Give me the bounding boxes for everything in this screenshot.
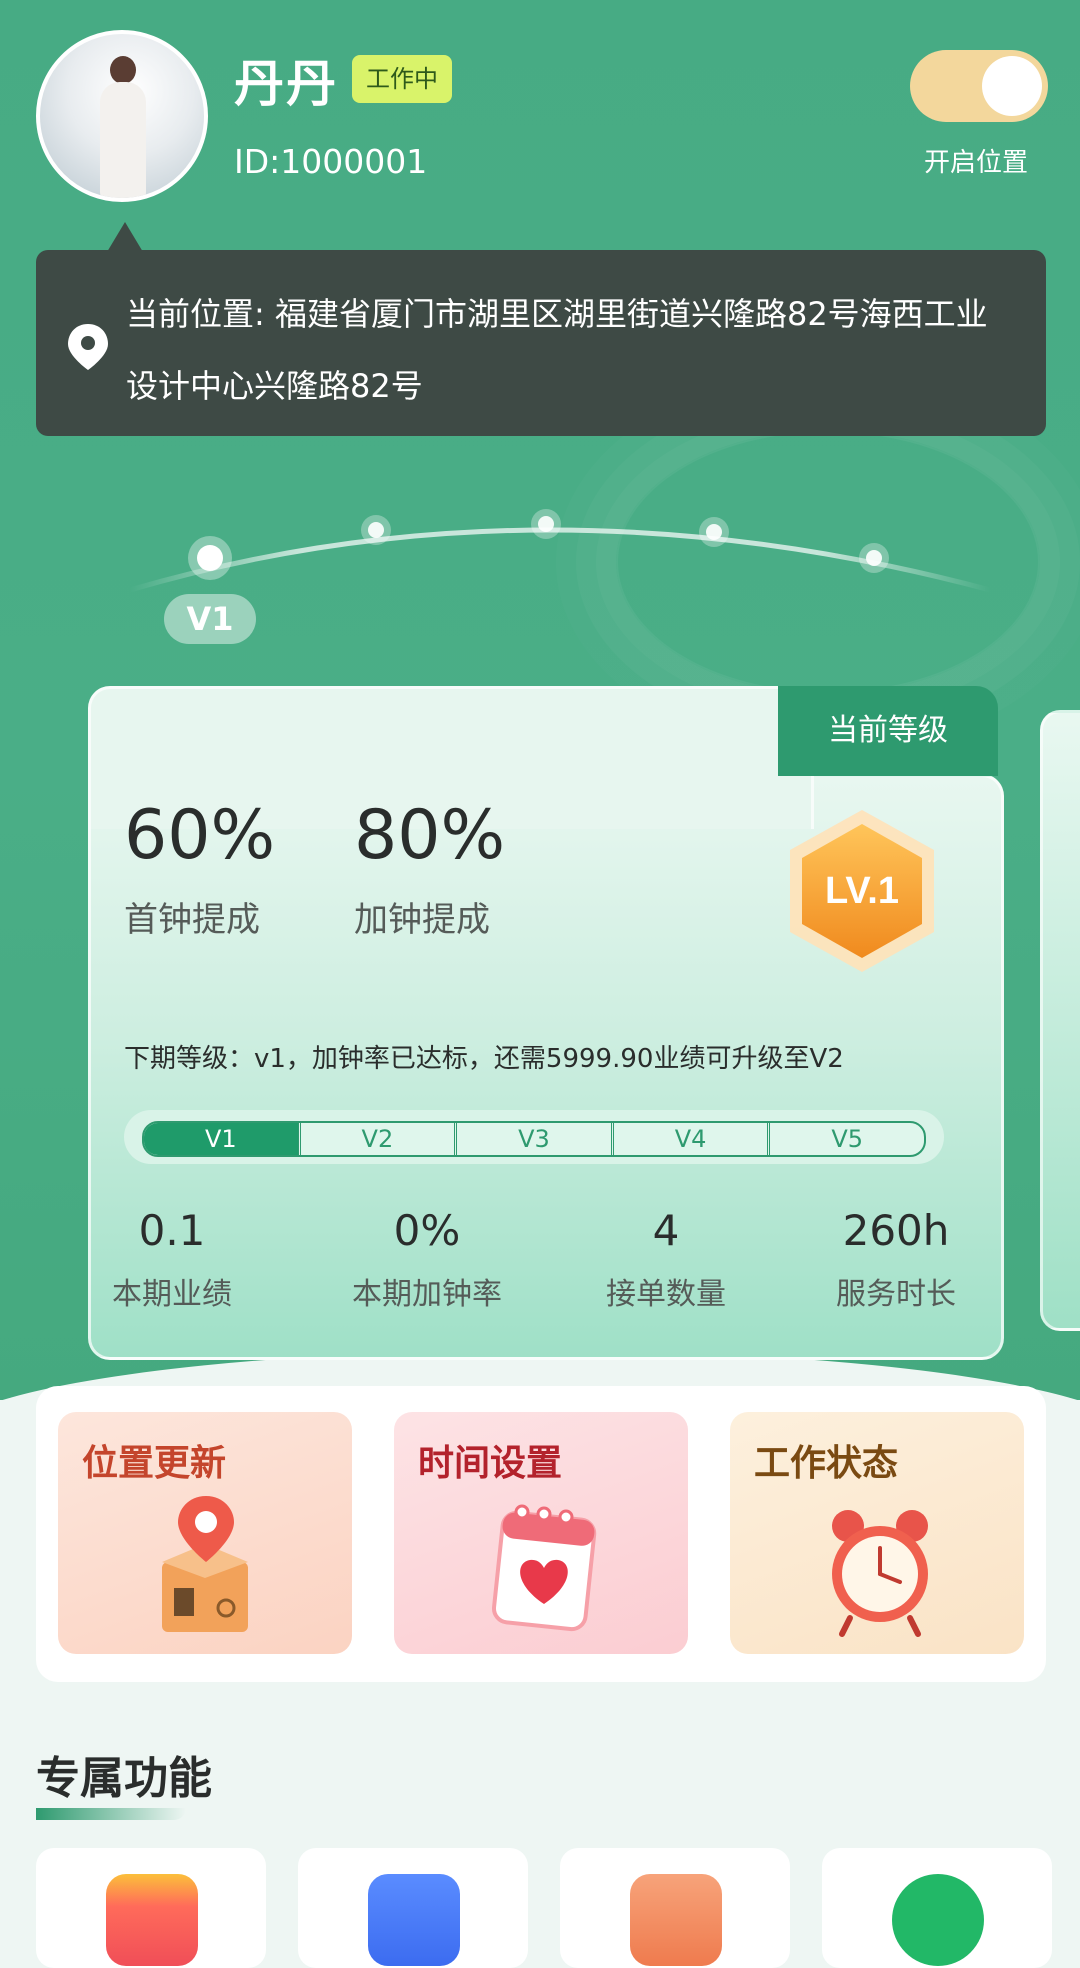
green-chat-icon — [892, 1874, 984, 1966]
first-rate-label: 首钟提成 — [124, 900, 260, 940]
first-rate-value: 60% — [124, 796, 276, 875]
section-title-underline — [36, 1808, 186, 1820]
stat-label: 接单数量 — [606, 1277, 726, 1312]
stat-label: 服务时长 — [836, 1277, 956, 1312]
time-settings-label: 时间设置 — [418, 1443, 563, 1484]
level-card[interactable]: 当前等级 60% 首钟提成 80% 加钟提成 LV.1 下期等级：v1，加钟率已… — [88, 686, 1004, 1360]
current-level-pill: V1 — [164, 594, 256, 644]
stat-value: 0.1 — [138, 1206, 206, 1255]
level-badge-icon: LV.1 — [790, 810, 934, 972]
avatar-figure-head — [110, 56, 136, 84]
stat-value: 260h — [842, 1206, 950, 1255]
stat-performance: 0.1 本期业绩 — [102, 1206, 242, 1313]
location-toggle-label: 开启位置 — [924, 148, 1029, 178]
location-update-card[interactable]: 位置更新 — [58, 1412, 352, 1654]
level-segment-v3: V3 — [454, 1123, 611, 1155]
level-path-arc — [129, 509, 991, 593]
next-level-card-peek[interactable] — [1040, 710, 1080, 1331]
location-box-icon — [162, 1496, 248, 1632]
current-location-text: 当前位置: 福建省厦门市湖里区湖里街道兴隆路82号海西工业设计中心兴隆路82号 — [126, 295, 988, 405]
feature-card-2[interactable] — [298, 1848, 528, 1968]
extra-rate-value: 80% — [354, 796, 506, 875]
user-name: 丹丹 — [234, 55, 338, 113]
user-id: ID:1000001 — [234, 142, 428, 181]
work-status-label: 工作状态 — [754, 1443, 899, 1484]
level-badge-text: LV.1 — [825, 870, 899, 912]
section-title: 专属功能 — [36, 1753, 212, 1804]
current-level-tab: 当前等级 — [778, 686, 998, 776]
stat-label: 本期业绩 — [112, 1277, 232, 1312]
location-bubble: 当前位置: 福建省厦门市湖里区湖里街道兴隆路82号海西工业设计中心兴隆路82号 — [36, 250, 1046, 436]
stat-extra-rate: 0% 本期加钟率 — [342, 1206, 512, 1313]
extra-rate-label: 加钟提成 — [354, 900, 490, 940]
avatar[interactable] — [36, 30, 208, 202]
stat-order-count: 4 接单数量 — [596, 1206, 736, 1313]
feature-card-3[interactable] — [560, 1848, 790, 1968]
location-bubble-pointer — [107, 222, 143, 252]
level-segment-v4: V4 — [610, 1123, 768, 1155]
location-pin-icon — [68, 324, 108, 370]
orange-card-icon — [630, 1874, 722, 1966]
location-update-label: 位置更新 — [82, 1443, 227, 1484]
quick-actions-panel: 位置更新 时间设置 工作状态 — [36, 1386, 1046, 1682]
time-settings-card[interactable]: 时间设置 — [394, 1412, 688, 1654]
feature-card-1[interactable] — [36, 1848, 266, 1968]
level-segment-v5: V5 — [767, 1123, 924, 1155]
feature-card-4[interactable] — [822, 1848, 1052, 1968]
location-toggle[interactable] — [910, 50, 1048, 122]
avatar-figure-body — [100, 82, 146, 198]
toggle-knob — [982, 56, 1042, 116]
stat-label: 本期加钟率 — [352, 1277, 502, 1312]
work-status-card[interactable]: 工作状态 — [730, 1412, 1024, 1654]
level-progress: V1 V2 V3 V4 V5 — [124, 1110, 944, 1164]
level-segment-v2: V2 — [297, 1123, 455, 1155]
red-app-icon — [106, 1874, 198, 1966]
next-level-hint: 下期等级：v1，加钟率已达标，还需5999.90业绩可升级至V2 — [124, 1044, 844, 1074]
alarm-clock-icon — [832, 1510, 928, 1637]
stat-value: 4 — [652, 1206, 680, 1255]
blue-calendar-icon — [368, 1874, 460, 1966]
status-badge: 工作中 — [352, 55, 452, 103]
heart-calendar-icon — [491, 1504, 597, 1632]
level-segment-v1: V1 — [144, 1123, 298, 1155]
level-progress-track: V1 V2 V3 V4 V5 — [142, 1121, 926, 1157]
stat-value: 0% — [393, 1206, 461, 1255]
stat-service-hours: 260h 服务时长 — [826, 1206, 966, 1313]
